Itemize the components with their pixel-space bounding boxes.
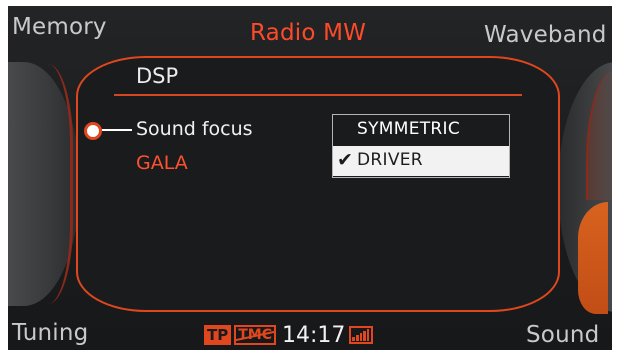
menu-item-sound-focus[interactable]: Sound focus: [136, 118, 253, 140]
softkey-memory[interactable]: Memory: [12, 14, 107, 40]
option-label: SYMMETRIC: [357, 119, 461, 139]
selection-connector-line: [102, 129, 132, 131]
softkey-waveband[interactable]: Waveband: [484, 22, 607, 48]
right-side-scroll-thumb[interactable]: [578, 202, 608, 314]
dsp-panel: DSP Sound focus GALA SYMMETRIC ✔ DRIVER: [76, 56, 560, 312]
left-side-accent: [48, 64, 73, 304]
softkey-tuning[interactable]: Tuning: [12, 320, 88, 346]
sound-focus-dropdown[interactable]: SYMMETRIC ✔ DRIVER: [332, 114, 510, 178]
checkmark-icon: ✔: [337, 149, 354, 171]
tp-badge: TP: [204, 325, 232, 345]
mmi-screen: Memory Radio MW Waveband DSP Sound focus…: [8, 6, 612, 350]
signal-strength-icon: [349, 326, 374, 344]
softkey-sound[interactable]: Sound: [526, 322, 599, 348]
panel-title: DSP: [136, 64, 179, 88]
option-driver[interactable]: ✔ DRIVER: [333, 146, 509, 176]
tmc-badge: TMC: [234, 325, 276, 345]
clock: 14:17: [282, 322, 346, 348]
option-label: DRIVER: [357, 150, 423, 170]
selection-indicator-icon: [84, 122, 102, 140]
menu-item-gala[interactable]: GALA: [136, 152, 188, 174]
panel-divider: [114, 94, 522, 96]
status-bar: TP TMC 14:17: [204, 322, 374, 348]
option-symmetric[interactable]: SYMMETRIC: [333, 115, 509, 145]
screen-title: Radio MW: [250, 20, 367, 46]
